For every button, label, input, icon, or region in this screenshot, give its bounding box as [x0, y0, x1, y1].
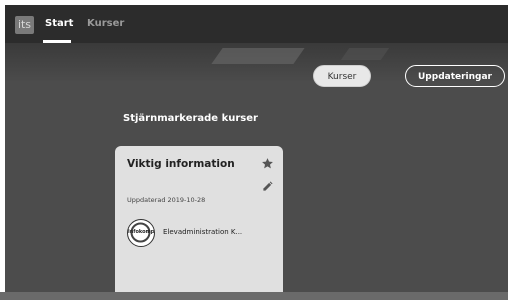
card-title[interactable]: Viktig information [127, 158, 235, 170]
pencil-icon[interactable] [262, 181, 273, 192]
course-logo-text: infokomp [128, 229, 155, 235]
uppdateringar-button[interactable]: Uppdateringar [405, 65, 505, 87]
star-icon[interactable] [261, 157, 274, 170]
course-card[interactable]: Viktig information Uppdaterad 2019-10-28… [115, 146, 283, 300]
tab-start[interactable]: Start [45, 18, 73, 29]
main-content: Kurser Uppdateringar Stjärnmarkerade kur… [5, 43, 508, 300]
kurser-button[interactable]: Kurser [313, 65, 371, 87]
top-navigation-bar: its Start Kurser [5, 5, 508, 43]
bottom-edge [0, 292, 508, 300]
course-link[interactable]: Elevadministration K... [163, 228, 242, 236]
its-logo[interactable]: its [15, 16, 34, 34]
screen-glare [211, 48, 305, 64]
tab-kurser[interactable]: Kurser [87, 18, 124, 29]
app-window: its Start Kurser Kurser Uppdateringar St… [5, 5, 508, 300]
course-logo: infokomp [127, 219, 155, 247]
section-title: Stjärnmarkerade kurser [123, 113, 258, 124]
screen-glare [340, 48, 390, 60]
updated-date: Uppdaterad 2019-10-28 [127, 196, 206, 204]
